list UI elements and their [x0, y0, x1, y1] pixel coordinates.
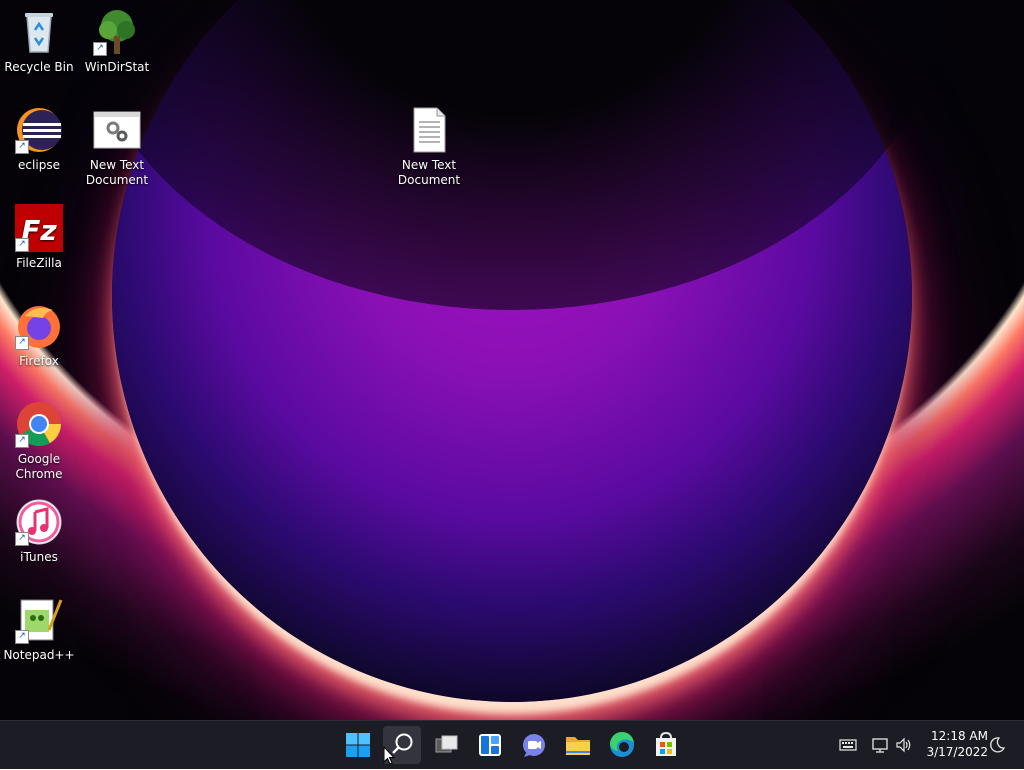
edge-button[interactable]: [603, 726, 641, 764]
store-icon: [656, 731, 676, 756]
recycle-bin-icon: [15, 8, 63, 56]
store-button[interactable]: [647, 726, 685, 764]
clock-date: 3/17/2022: [926, 745, 988, 759]
desktop-icon-filezilla[interactable]: Fz ↗ FileZilla: [0, 204, 78, 271]
shortcut-arrow-icon: ↗: [15, 336, 29, 350]
desktop-icon-windirstat[interactable]: ↗ WinDirStat: [78, 8, 156, 75]
start-button[interactable]: [339, 726, 377, 764]
desktop-icon-google-chrome[interactable]: ↗ Google Chrome: [0, 400, 78, 482]
folder-icon: [566, 737, 590, 755]
desktop-icon-label: iTunes: [20, 550, 58, 564]
teams-chat-icon: [523, 734, 545, 757]
shortcut-arrow-icon: ↗: [15, 434, 29, 448]
desktop-icon-firefox[interactable]: ↗ Firefox: [0, 302, 78, 369]
desktop[interactable]: Recycle Bin ↗ WinDirStat ↗ eclipse New T…: [0, 0, 1024, 720]
network-icon[interactable]: [871, 736, 889, 754]
desktop-icon-label: Google Chrome: [15, 452, 63, 481]
shortcut-arrow-icon: ↗: [15, 630, 29, 644]
windirstat-icon: ↗: [93, 8, 141, 56]
notepadpp-icon: ↗: [15, 596, 63, 644]
keyboard-icon[interactable]: [839, 736, 857, 754]
clock[interactable]: 12:18 AM 3/17/2022: [918, 728, 988, 760]
widgets-button[interactable]: [471, 726, 509, 764]
desktop-icon-new-text-document-1[interactable]: New Text Document: [78, 106, 156, 188]
chat-button[interactable]: [515, 726, 553, 764]
desktop-icon-itunes[interactable]: ↗ iTunes: [0, 498, 78, 565]
shortcut-arrow-icon: ↗: [15, 140, 29, 154]
settings-document-icon: [93, 106, 141, 154]
eclipse-icon: ↗: [15, 106, 63, 154]
desktop-icon-label: New Text Document: [85, 158, 149, 187]
desktop-icon-label: FileZilla: [16, 256, 62, 270]
shortcut-arrow-icon: ↗: [93, 42, 107, 56]
windows-logo-icon: [346, 733, 370, 757]
focus-assist-icon[interactable]: [988, 736, 1006, 754]
widgets-icon: [479, 734, 501, 756]
clock-time: 12:18 AM: [931, 729, 988, 743]
desktop-icon-label: eclipse: [18, 158, 60, 172]
firefox-icon: ↗: [15, 302, 63, 350]
filezilla-icon: Fz ↗: [15, 204, 63, 252]
task-view-button[interactable]: [427, 726, 465, 764]
desktop-icon-label: WinDirStat: [84, 60, 150, 74]
desktop-icon-eclipse[interactable]: ↗ eclipse: [0, 106, 78, 173]
desktop-icon-label: Recycle Bin: [4, 60, 74, 74]
volume-icon[interactable]: [895, 736, 913, 754]
desktop-icon-label: Notepad++: [3, 648, 75, 662]
text-document-icon: [405, 106, 453, 154]
desktop-icon-new-text-document-2[interactable]: New Text Document: [390, 106, 468, 188]
task-view-icon: [435, 735, 458, 753]
mouse-cursor-icon: [383, 745, 396, 766]
shortcut-arrow-icon: ↗: [15, 238, 29, 252]
taskbar: 12:18 AM 3/17/2022: [0, 720, 1024, 769]
itunes-icon: ↗: [15, 498, 63, 546]
desktop-icon-recycle-bin[interactable]: Recycle Bin: [0, 8, 78, 75]
shortcut-arrow-icon: ↗: [15, 532, 29, 546]
desktop-icon-label: Firefox: [19, 354, 59, 368]
desktop-icon-label: New Text Document: [397, 158, 461, 187]
file-explorer-button[interactable]: [559, 726, 597, 764]
chrome-icon: ↗: [15, 400, 63, 448]
edge-icon: [609, 731, 634, 757]
desktop-icon-notepadpp[interactable]: ↗ Notepad++: [0, 596, 78, 663]
